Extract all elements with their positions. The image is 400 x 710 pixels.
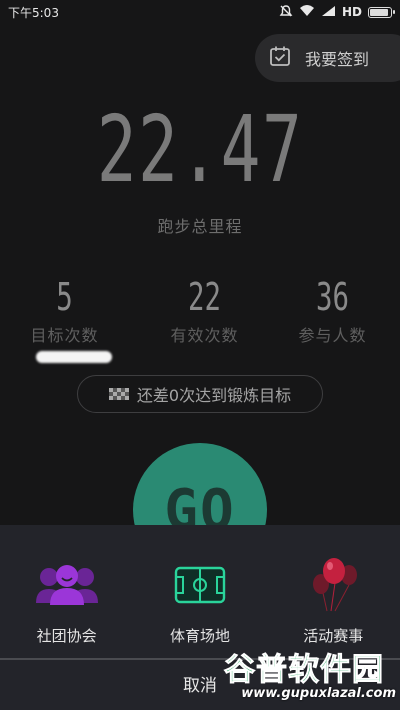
wifi-icon [299, 4, 315, 20]
checkin-button[interactable]: 我要签到 [255, 34, 400, 82]
stat-value: 5 [56, 275, 73, 319]
watermark: 谷普软件园 www.gupuxlazal.com [220, 644, 397, 706]
stat-valid-count: 22 有效次数 [143, 274, 266, 346]
stat-label: 有效次数 [170, 326, 239, 345]
menu-item-label: 活动赛事 [303, 627, 364, 645]
battery-icon [368, 6, 395, 18]
stat-value: 22 [188, 275, 221, 319]
menu-item-events[interactable]: 活动赛事 [278, 555, 388, 646]
watermark-title: 谷普软件园 [224, 652, 384, 689]
network-type: HD [341, 5, 362, 19]
mileage-value: 22.47 [96, 96, 304, 203]
status-time: 下午5:03 [8, 5, 59, 20]
status-bar: 下午5:03 HD [0, 0, 400, 24]
stat-value: 36 [316, 275, 349, 319]
mute-icon [279, 4, 293, 21]
action-sheet-menu: 社团协会 体育场地 活动赛事 [0, 555, 400, 646]
watermark-url: www.gupuxlazal.com [241, 686, 396, 701]
goal-hint: 还差0次达到锻炼目标 [77, 375, 323, 413]
stat-label: 目标次数 [30, 326, 99, 345]
checkin-label: 我要签到 [305, 50, 370, 69]
stat-label: 参与人数 [298, 326, 367, 345]
goal-hint-text: 还差0次达到锻炼目标 [136, 386, 292, 405]
calendar-check-icon [269, 45, 291, 71]
menu-item-clubs[interactable]: 社团协会 [12, 555, 122, 646]
signal-icon [321, 5, 336, 20]
stat-participants: 36 参与人数 [266, 274, 399, 346]
status-icons: HD [279, 4, 395, 21]
redaction-mark [36, 351, 112, 363]
menu-item-label: 社团协会 [36, 627, 97, 645]
stat-target-count: 5 目标次数 [0, 274, 143, 346]
group-icon [12, 555, 122, 615]
stats-row: 5 目标次数 22 有效次数 36 参与人数 [0, 274, 400, 346]
balloon-icon [278, 555, 388, 615]
mileage-label: 跑步总里程 [157, 217, 243, 236]
field-icon [145, 555, 255, 615]
menu-item-label: 体育场地 [169, 627, 230, 645]
finish-flag-icon [108, 385, 129, 404]
menu-item-venues[interactable]: 体育场地 [145, 555, 255, 646]
